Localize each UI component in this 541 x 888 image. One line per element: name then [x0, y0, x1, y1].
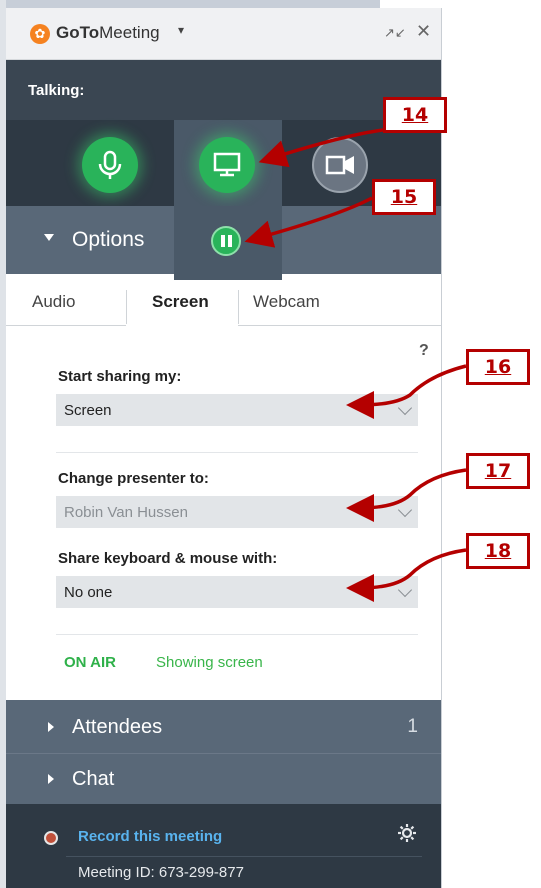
callout-16: 16	[466, 349, 530, 385]
arrow-17	[346, 468, 467, 522]
callout-18: 18	[466, 533, 530, 569]
arrow-14	[258, 128, 384, 168]
callout-arrows	[244, 128, 467, 602]
callout-15: 15	[372, 179, 436, 215]
callout-17: 17	[466, 453, 530, 489]
arrow-18	[346, 548, 467, 602]
arrow-15	[244, 196, 373, 248]
arrow-16	[346, 364, 467, 419]
callout-14: 14	[383, 97, 447, 133]
